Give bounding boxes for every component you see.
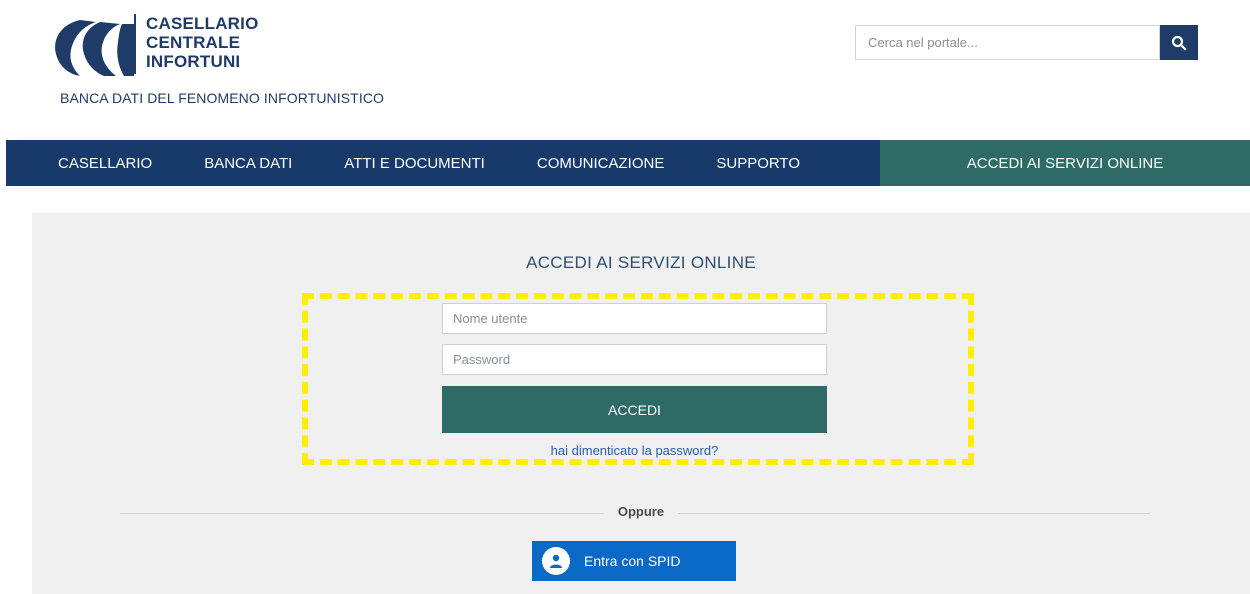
- username-field-wrapper: [442, 303, 827, 334]
- nav-accedi-servizi-online[interactable]: ACCEDI AI SERVIZI ONLINE: [880, 140, 1250, 186]
- or-label: Oppure: [603, 504, 679, 519]
- page-title: ACCEDI AI SERVIZI ONLINE: [526, 253, 756, 272]
- login-button[interactable]: ACCEDI: [442, 386, 827, 433]
- password-field-wrapper: [442, 344, 827, 375]
- search-input[interactable]: [856, 26, 1159, 59]
- nav-item-comunicazione[interactable]: COMUNICAZIONE: [537, 155, 665, 172]
- main-nav: CASELLARIO BANCA DATI ATTI E DOCUMENTI C…: [6, 140, 880, 186]
- nav-item-atti-e-documenti[interactable]: ATTI E DOCUMENTI: [344, 155, 485, 172]
- spid-login-button[interactable]: Entra con SPID: [532, 541, 736, 581]
- site-header: CASELLARIO CENTRALE INFORTUNI BANCA DATI…: [0, 0, 1250, 140]
- nav-item-casellario[interactable]: CASELLARIO: [58, 155, 152, 172]
- login-panel: ACCEDI AI SERVIZI ONLINE ACCEDI hai dime…: [32, 213, 1250, 594]
- forgot-password-link[interactable]: hai dimenticato la password?: [442, 443, 827, 458]
- password-field[interactable]: [443, 345, 826, 374]
- nav-item-banca-dati[interactable]: BANCA DATI: [204, 155, 292, 172]
- username-field[interactable]: [443, 304, 826, 333]
- search-box: [855, 25, 1160, 60]
- brand-line-2: CENTRALE: [146, 33, 241, 52]
- cci-logo-icon[interactable]: [50, 14, 140, 78]
- search-button[interactable]: [1160, 25, 1198, 60]
- brand-line-1: CASELLARIO: [146, 14, 259, 33]
- brand-name[interactable]: CASELLARIO CENTRALE INFORTUNI: [146, 14, 259, 71]
- search-icon: [1171, 35, 1187, 50]
- logo-divider: [134, 14, 136, 74]
- nav-item-supporto[interactable]: SUPPORTO: [716, 155, 800, 172]
- spid-label: Entra con SPID: [584, 553, 681, 569]
- brand-line-3: INFORTUNI: [146, 52, 241, 71]
- tagline: BANCA DATI DEL FENOMENO INFORTUNISTICO: [60, 90, 385, 106]
- or-separator: Oppure: [32, 504, 1250, 519]
- user-icon: [542, 547, 570, 575]
